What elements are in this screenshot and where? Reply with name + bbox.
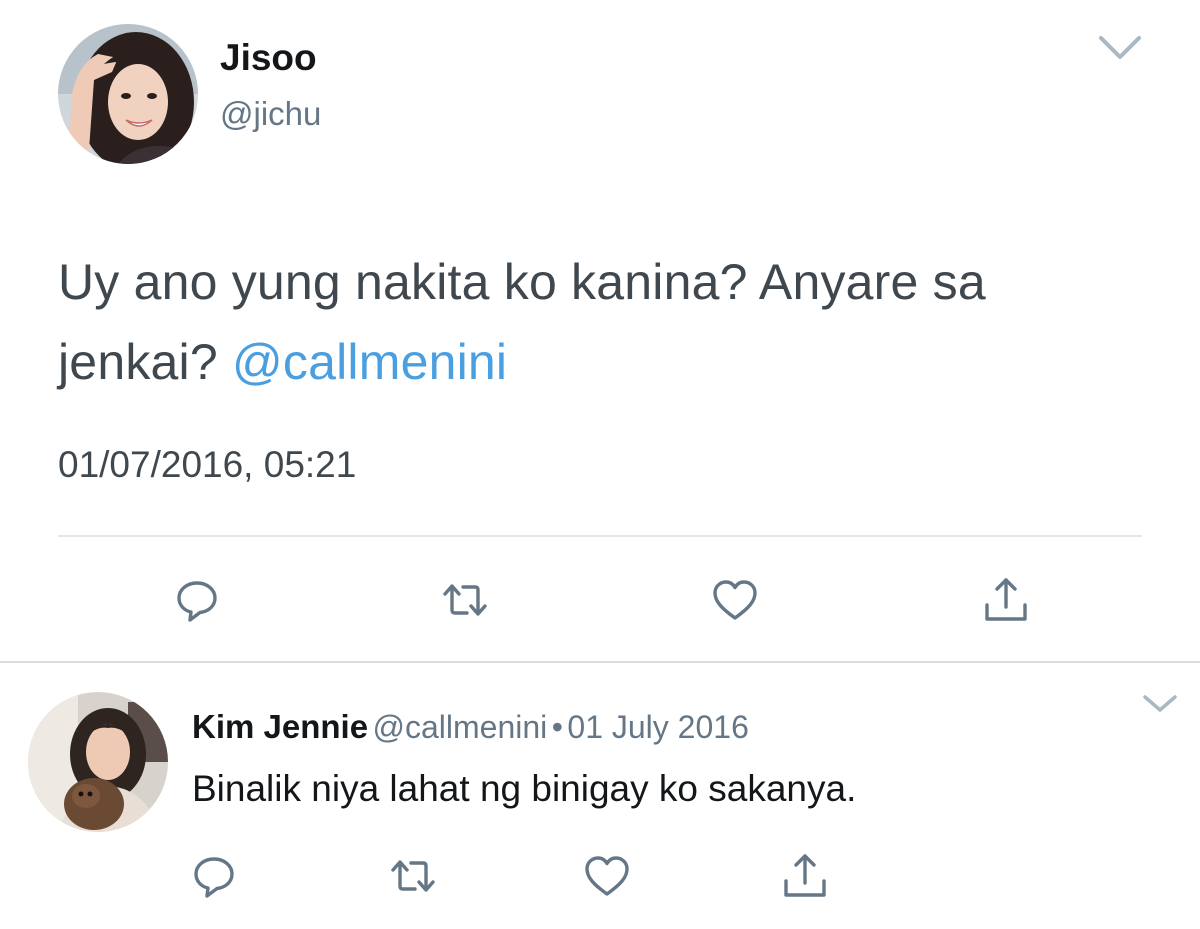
retweet-button[interactable] (437, 572, 493, 628)
share-button[interactable] (978, 572, 1034, 628)
tweet-timestamp[interactable]: 01/07/2016, 05:21 (58, 440, 356, 490)
like-button[interactable] (579, 848, 635, 904)
heart-icon (713, 580, 757, 620)
share-icon (784, 854, 826, 897)
like-button[interactable] (707, 572, 763, 628)
reply-icon (177, 581, 217, 622)
reply-icon (194, 857, 234, 898)
tweet-text: Uy ano yung nakita ko kanina? Anyare sa … (58, 242, 1148, 402)
reply-header: Kim Jennie @callmenini • 01 July 2016 (192, 706, 749, 755)
retweet-icon (391, 860, 435, 892)
share-button[interactable] (777, 848, 833, 904)
author-handle[interactable]: @jichu (220, 94, 321, 134)
reply-author-avatar[interactable] (28, 692, 168, 832)
author-name[interactable]: Jisoo (220, 36, 317, 80)
tweet-text-body: Uy ano yung nakita ko kanina? Anyare sa … (58, 254, 986, 390)
mention-link[interactable]: @callmenini (232, 334, 507, 390)
retweet-icon (443, 584, 487, 616)
share-icon (985, 578, 1027, 621)
reply-author-name[interactable]: Kim Jennie (192, 708, 368, 745)
meta-separator: • (551, 709, 563, 745)
avatar-photo (58, 24, 198, 164)
reply-text: Binalik niya lahat ng binigay ko sakanya… (192, 768, 857, 809)
reply-menu-button[interactable] (1140, 690, 1180, 716)
author-avatar[interactable] (58, 24, 198, 164)
reply-author-handle[interactable]: @callmenini (373, 709, 548, 745)
heart-icon (585, 856, 629, 896)
chevron-down-icon (1143, 695, 1177, 712)
reply-button[interactable] (169, 572, 225, 628)
tweet-menu-button[interactable] (1096, 30, 1144, 64)
avatar-photo (28, 692, 168, 832)
reply-button[interactable] (186, 848, 242, 904)
retweet-button[interactable] (385, 848, 441, 904)
chevron-down-icon (1099, 36, 1141, 59)
reply-date[interactable]: 01 July 2016 (567, 709, 748, 745)
section-divider (0, 661, 1200, 663)
divider (58, 535, 1142, 537)
